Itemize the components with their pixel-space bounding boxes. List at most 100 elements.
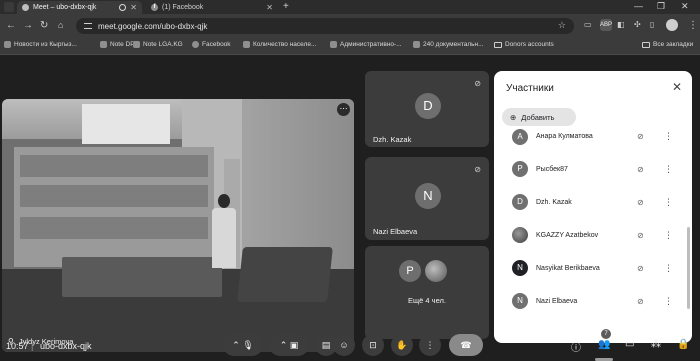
- participant-tile[interactable]: ⊘ N Nazi Elbaeva: [365, 157, 489, 240]
- cast-icon[interactable]: ▭: [584, 20, 592, 29]
- close-window-button[interactable]: ✕: [681, 1, 689, 12]
- scrollbar[interactable]: [687, 227, 690, 309]
- more-options-icon[interactable]: ⋮: [664, 263, 673, 274]
- participant-tile[interactable]: ⊘ D Dzh. Kazak: [365, 71, 489, 147]
- bookmark-item[interactable]: Административно-...: [330, 41, 402, 48]
- site-icon: [133, 41, 140, 48]
- folder-icon: [494, 41, 502, 48]
- camera-icon: ▣: [289, 340, 299, 350]
- list-item[interactable]: KGAZZY Azatbekov ⊘ ⋮: [494, 221, 684, 249]
- avatar: N: [512, 260, 528, 276]
- bookmark-item[interactable]: Новости из Кыргыз...: [4, 41, 77, 48]
- participant-name: Nazi Elbaeva: [536, 297, 578, 305]
- bookmark-label: Donors accounts: [505, 41, 554, 48]
- people-icon[interactable]: 👥: [598, 339, 610, 350]
- profile-avatar[interactable]: [666, 19, 678, 31]
- exhibition-banner: [14, 147, 214, 267]
- info-icon[interactable]: ⓘ: [571, 339, 581, 354]
- bookmark-star-icon[interactable]: ☆: [558, 20, 566, 31]
- list-item[interactable]: N Nasyikat Berikbaeva ⊘ ⋮: [494, 254, 684, 282]
- participants-panel: Участники ✕ ⊕ Добавить А Анара Кулматова…: [494, 71, 692, 343]
- avatar: N: [415, 183, 441, 209]
- meet-favicon-icon: [22, 4, 29, 11]
- site-icon: [413, 41, 420, 48]
- close-icon[interactable]: ✕: [672, 80, 682, 94]
- bookmark-label: Количество населе...: [253, 41, 317, 48]
- more-options-icon[interactable]: ⋮: [664, 197, 673, 208]
- list-item[interactable]: А Анара Кулматова ⊘ ⋮: [494, 129, 684, 145]
- avatar: P: [512, 161, 528, 177]
- facebook-favicon-icon: f: [151, 4, 158, 11]
- tab-strip: Meet – ubo-dxbx-qjk ✕ f (1) Facebook ✕ +…: [0, 0, 700, 14]
- participant-name: Dzh. Kazak: [373, 135, 412, 144]
- bookmark-folder[interactable]: Donors accounts: [494, 41, 554, 48]
- more-options-button[interactable]: ⋯: [337, 103, 350, 116]
- more-options-icon[interactable]: ⋮: [664, 164, 673, 175]
- mic-off-icon: ⊘: [637, 197, 644, 207]
- address-bar[interactable]: meet.google.com/ubo-dxbx-qjk ☆: [76, 18, 574, 34]
- all-bookmarks[interactable]: Все закладки: [642, 41, 693, 48]
- more-participants-tile[interactable]: P Ещё 4 чел.: [365, 246, 489, 339]
- list-item[interactable]: N Nazi Elbaeva ⊘ ⋮: [494, 287, 684, 315]
- puzzle-icon[interactable]: ✣: [634, 20, 641, 29]
- main-video-tile[interactable]: ⋯ ⚲ Jyldyz Kerimova: [2, 99, 354, 352]
- add-people-button[interactable]: ⊕ Добавить: [502, 108, 576, 126]
- meet-stage: ⋯ ⚲ Jyldyz Kerimova ⊘ D Dzh. Kazak ⊘ N N…: [0, 55, 700, 361]
- avatar: А: [512, 129, 528, 145]
- extension-icon[interactable]: ◧: [617, 20, 625, 29]
- bookmark-item[interactable]: Количество населе...: [243, 41, 316, 48]
- bookmark-label: Все закладки: [653, 41, 694, 48]
- maximize-button[interactable]: ❐: [657, 1, 665, 12]
- microphone-icon: 🎙: [242, 340, 254, 350]
- folder-icon: [642, 41, 650, 48]
- tab-search-icon[interactable]: [4, 2, 14, 12]
- participant-name: Dzh. Kazak: [536, 198, 572, 206]
- host-controls-icon[interactable]: 🔒: [677, 339, 689, 350]
- meeting-code: ubo-dxbx-qjk: [40, 341, 92, 351]
- home-button[interactable]: ⌂: [58, 20, 63, 30]
- minimize-button[interactable]: —: [634, 1, 643, 11]
- emoji-icon: ☺: [339, 340, 349, 350]
- emoji-button[interactable]: ☺: [333, 334, 355, 356]
- avatar: P: [399, 260, 421, 282]
- chat-icon[interactable]: ▭: [625, 339, 634, 350]
- close-tab-icon[interactable]: ✕: [130, 3, 137, 12]
- tab-meet[interactable]: Meet – ubo-dxbx-qjk ✕: [17, 1, 142, 14]
- bookmark-item[interactable]: Note LGA.KG: [133, 41, 183, 48]
- list-item[interactable]: D Dzh. Kazak ⊘ ⋮: [494, 188, 684, 216]
- raise-hand-button[interactable]: ✋: [391, 334, 413, 356]
- more-options-icon[interactable]: ⋮: [664, 296, 673, 307]
- speaker-figure: [208, 194, 240, 269]
- list-item[interactable]: P Рысбек87 ⊘ ⋮: [494, 155, 684, 183]
- back-button[interactable]: ←: [6, 20, 16, 31]
- more-options-icon[interactable]: ⋮: [664, 230, 673, 241]
- forward-button[interactable]: →: [23, 20, 33, 31]
- tab-facebook[interactable]: f (1) Facebook ✕: [146, 1, 278, 14]
- avatar: D: [415, 93, 441, 119]
- adblock-extension-icon[interactable]: ABP: [600, 19, 612, 31]
- participant-name: Рысбек87: [536, 165, 568, 173]
- bookmark-item[interactable]: Facebook: [192, 41, 231, 48]
- reload-button[interactable]: ↻: [40, 20, 48, 31]
- mic-off-icon: ⊘: [474, 79, 481, 88]
- facebook-icon: [192, 41, 199, 48]
- more-options-button[interactable]: ⋮: [419, 334, 441, 356]
- present-button[interactable]: ⊡: [362, 334, 384, 356]
- leave-call-button[interactable]: ☎: [449, 334, 483, 356]
- bookmark-item[interactable]: 240 документальн...: [413, 41, 484, 48]
- more-options-icon[interactable]: ⋮: [664, 131, 673, 142]
- activities-icon[interactable]: ⁂: [651, 339, 661, 350]
- site-icon: [100, 41, 107, 48]
- participant-count-badge: 7: [601, 329, 611, 339]
- navigation-bar: ← → ↻ ⌂ meet.google.com/ubo-dxbx-qjk ☆ ▭…: [0, 14, 700, 38]
- chrome-menu-icon[interactable]: ⋮: [688, 20, 698, 31]
- new-tab-button[interactable]: +: [283, 1, 289, 12]
- url-text: meet.google.com/ubo-dxbx-qjk: [98, 21, 208, 31]
- microphone-button[interactable]: ⌃ 🎙: [223, 334, 263, 356]
- site-info-icon[interactable]: [84, 23, 92, 29]
- sidebar-icon[interactable]: ▯: [650, 20, 654, 29]
- close-tab-icon[interactable]: ✕: [266, 3, 273, 12]
- camera-button[interactable]: ⌃ ▣: [269, 334, 309, 356]
- participant-name: Nazi Elbaeva: [373, 227, 418, 236]
- bookmark-item[interactable]: Note DPI: [100, 41, 136, 48]
